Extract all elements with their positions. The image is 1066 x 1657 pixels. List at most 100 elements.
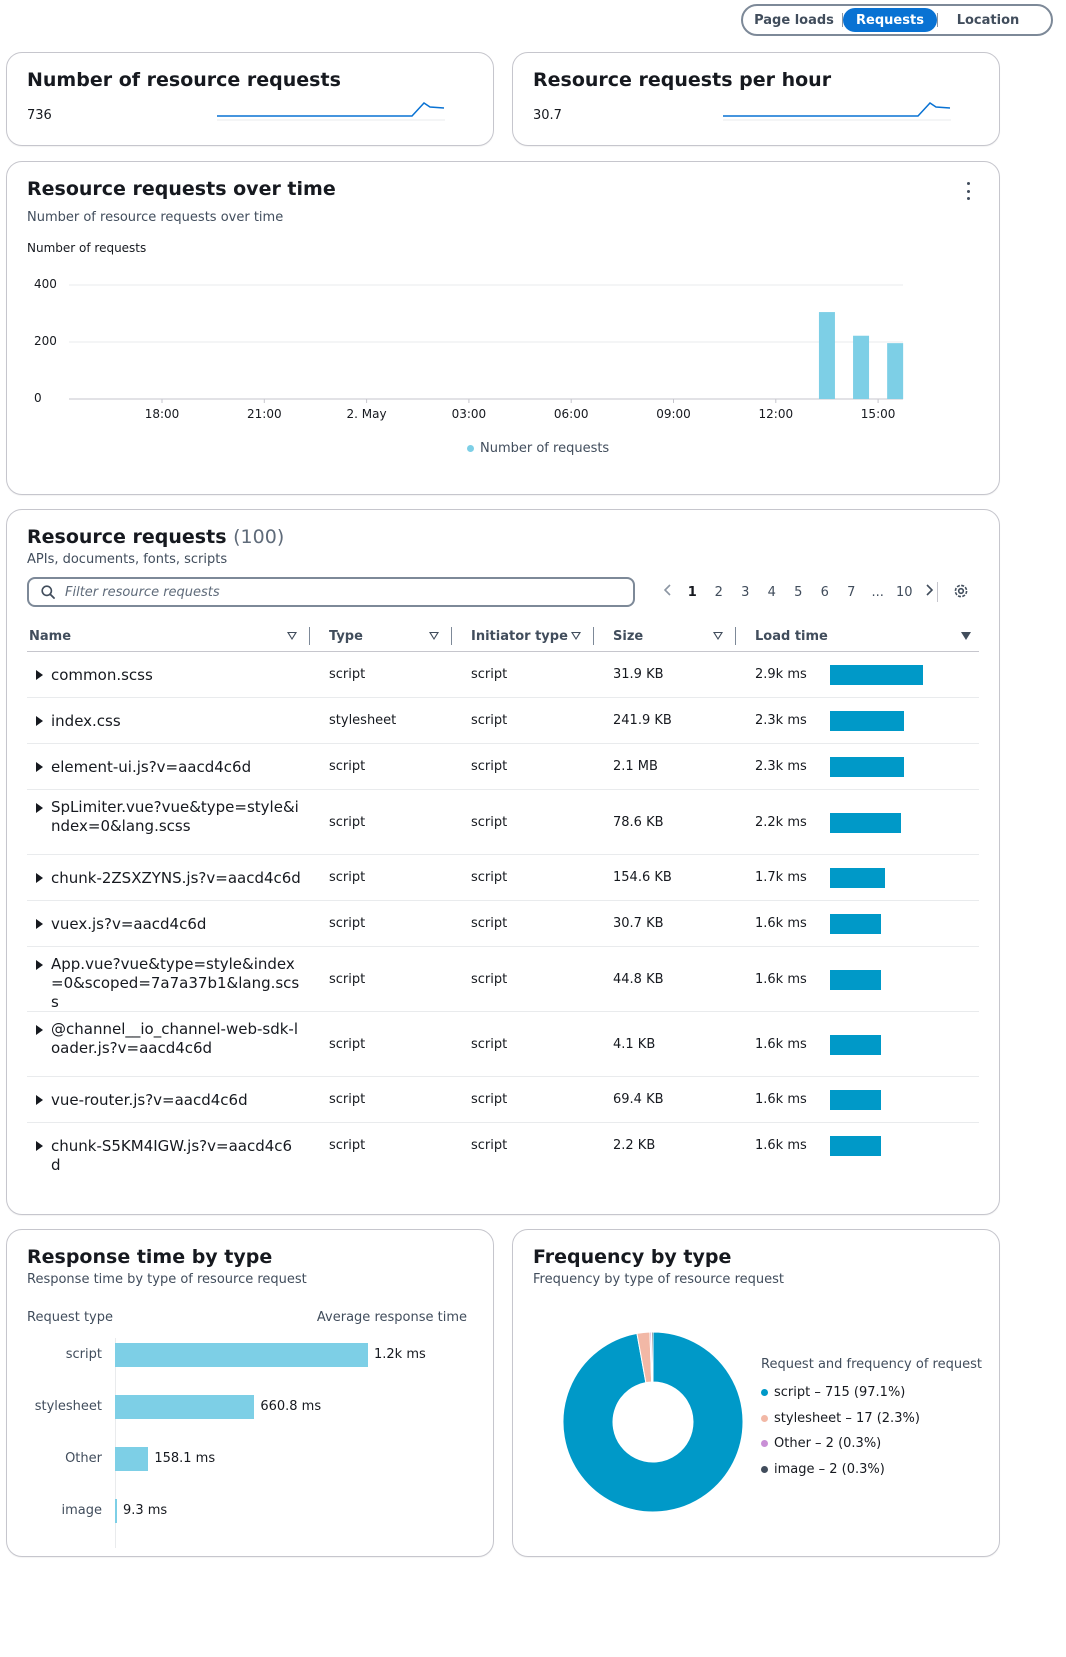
expand-caret-icon[interactable]	[36, 762, 43, 772]
bar[interactable]	[887, 343, 904, 399]
table-count: (100)	[233, 526, 285, 548]
col-load-time-header[interactable]: Load time	[755, 620, 828, 652]
resource-size: 154.6 KB	[613, 870, 672, 885]
col-initiator-header[interactable]: Initiator type	[471, 620, 568, 652]
resource-size: 78.6 KB	[613, 814, 664, 830]
bar[interactable]	[818, 312, 835, 399]
legend-swatch	[761, 1465, 768, 1473]
sort-caret-icon[interactable]	[429, 632, 439, 640]
load-time-bar	[830, 914, 882, 934]
prev-page-icon[interactable]	[657, 584, 679, 600]
resource-size: 2.1 MB	[613, 759, 658, 774]
page-6[interactable]: 6	[812, 585, 839, 600]
initiator-type: script	[471, 1092, 508, 1107]
page-2[interactable]: 2	[706, 585, 733, 600]
kpi-title: Number of resource requests	[27, 69, 341, 91]
expand-caret-icon[interactable]	[36, 716, 43, 726]
table-row[interactable]: index.css stylesheet script 241.9 KB 2.3k ms	[27, 698, 979, 744]
x-tick-label: 21:00	[247, 407, 282, 421]
sort-caret-icon[interactable]	[713, 632, 723, 640]
expand-caret-icon[interactable]	[36, 1025, 43, 1035]
expand-caret-icon[interactable]	[36, 1095, 43, 1105]
page-5[interactable]: 5	[785, 585, 812, 600]
page-7[interactable]: 7	[838, 585, 865, 600]
expand-caret-icon[interactable]	[36, 873, 43, 883]
expand-caret-icon[interactable]	[36, 670, 43, 680]
segment-location[interactable]: Location	[938, 8, 1038, 32]
table-row[interactable]: vue-router.js?v=aacd4c6d script script 69.4…	[27, 1077, 979, 1123]
expand-caret-icon[interactable]	[36, 960, 43, 970]
page-1[interactable]: 1	[679, 585, 706, 600]
legend-label: stylesheet – 17 (2.3%)	[774, 1410, 920, 1426]
table-row[interactable]: chunk-2ZSXZYNS.js?v=aacd4c6d script script…	[27, 855, 979, 901]
table-row[interactable]: chunk-S5KM4IGW.js?v=aacd4c6d script script…	[27, 1123, 979, 1174]
x-tick-label: 15:00	[860, 407, 896, 421]
col-size-header[interactable]: Size	[613, 620, 643, 652]
load-time-bar	[830, 757, 904, 777]
resource-name: vuex.js?v=aacd4c6d	[51, 914, 207, 933]
expand-caret-icon[interactable]	[36, 1141, 43, 1151]
x-tick-label: 09:00	[656, 407, 691, 421]
sort-caret-icon[interactable]	[571, 632, 581, 640]
table-row[interactable]: SpLimiter.vue?vue&type=style&index=0&lan…	[27, 790, 979, 855]
table-row[interactable]: common.scss script script 31.9 KB 2.9k ms	[27, 652, 979, 698]
col-type-header[interactable]: Type	[329, 620, 363, 652]
column-resizer[interactable]	[735, 627, 736, 645]
expand-caret-icon[interactable]	[36, 919, 43, 929]
resource-size: 2.2 KB	[613, 1138, 656, 1153]
table-row[interactable]: App.vue?vue&type=style&index=0&scoped=7a…	[27, 947, 979, 1012]
legend-item[interactable]: stylesheet – 17 (2.3%)	[761, 1411, 920, 1426]
y-axis-title: Request type	[27, 1310, 113, 1325]
card-description: Frequency by type of resource request	[533, 1272, 784, 1287]
page-10[interactable]: 10	[891, 585, 918, 600]
segment-requests[interactable]: Requests	[843, 8, 937, 32]
page-3[interactable]: 3	[732, 585, 759, 600]
sort-desc-icon[interactable]	[961, 632, 971, 640]
resource-name: @channel__io_channel-web-sdk-loader.js?v…	[51, 1020, 299, 1057]
initiator-type: script	[471, 667, 508, 682]
initiator-type: script	[471, 713, 508, 728]
load-time: 1.6k ms	[755, 1092, 807, 1107]
view-segmented-control: Page loads Requests Location	[741, 4, 1053, 36]
table-row[interactable]: vuex.js?v=aacd4c6d script script 30.7 KB 1.6…	[27, 901, 979, 947]
segment-page-loads[interactable]: Page loads	[746, 8, 842, 32]
filter-field[interactable]	[27, 577, 635, 607]
legend-swatch	[761, 1414, 768, 1422]
table-title: Resource requests (100)	[27, 526, 284, 548]
column-resizer[interactable]	[451, 627, 452, 645]
gear-icon[interactable]	[952, 582, 970, 600]
table-header: Name Type Initiator type Size Load time	[27, 620, 979, 652]
legend-item[interactable]: script – 715 (97.1%)	[761, 1385, 905, 1400]
legend-swatch	[467, 445, 474, 452]
load-time-bar	[830, 1136, 882, 1156]
donut-slice[interactable]	[650, 1332, 654, 1383]
initiator-type: script	[471, 916, 508, 931]
col-name-header[interactable]: Name	[29, 620, 71, 652]
resource-type: script	[329, 1036, 366, 1052]
legend-swatch	[761, 1440, 768, 1447]
expand-caret-icon[interactable]	[36, 803, 43, 813]
resource-type: script	[329, 667, 366, 682]
initiator-type: script	[471, 971, 508, 987]
load-time-bar	[830, 1034, 882, 1055]
bar[interactable]	[853, 335, 870, 399]
load-time: 2.3k ms	[755, 713, 807, 728]
column-resizer[interactable]	[309, 627, 310, 645]
sort-caret-icon[interactable]	[287, 632, 297, 640]
resource-name: vue-router.js?v=aacd4c6d	[51, 1090, 248, 1109]
legend-item[interactable]: image – 2 (0.3%)	[761, 1462, 885, 1477]
load-time-bar	[830, 969, 882, 990]
initiator-type: script	[471, 814, 508, 830]
legend-label: script – 715 (97.1%)	[774, 1385, 906, 1400]
filter-input[interactable]	[65, 584, 605, 600]
pagination: 1 2 3 4 5 6 7 ... 10	[657, 583, 940, 601]
legend-item[interactable]: Other – 2 (0.3%)	[761, 1436, 881, 1451]
page-4[interactable]: 4	[759, 585, 786, 600]
sparkline	[217, 102, 445, 121]
table-row[interactable]: element-ui.js?v=aacd4c6d script script 2.1 …	[27, 744, 979, 790]
resource-type: script	[329, 814, 366, 830]
table-row[interactable]: @channel__io_channel-web-sdk-loader.js?v…	[27, 1012, 979, 1077]
x-tick-label: 06:00	[553, 407, 589, 421]
card-description: Response time by type of resource reques…	[27, 1272, 307, 1287]
column-resizer[interactable]	[593, 627, 594, 645]
